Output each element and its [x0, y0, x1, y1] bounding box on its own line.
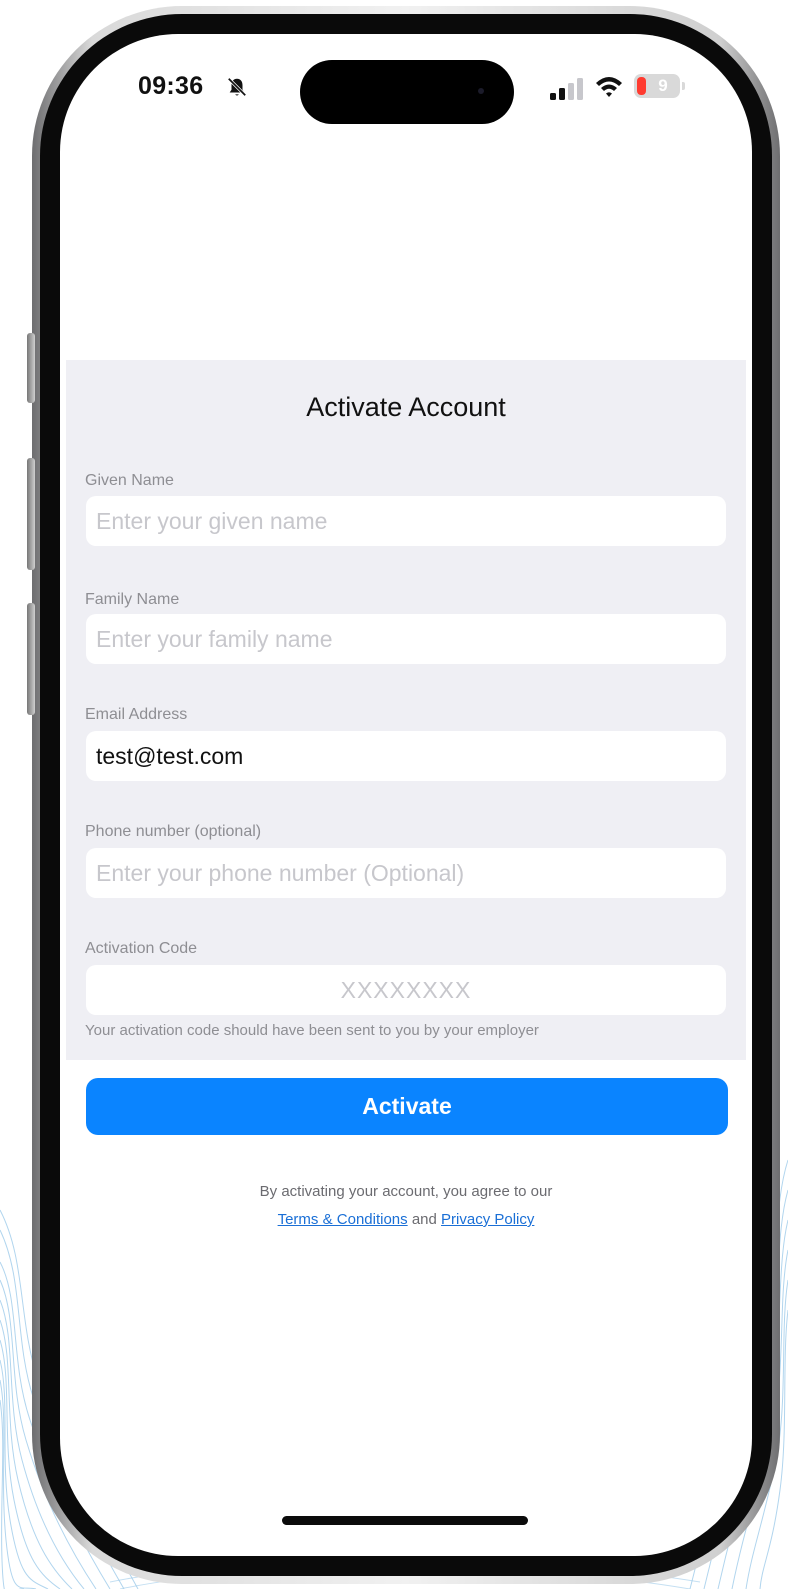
- volume-up-button: [27, 458, 35, 570]
- email-address-label: Email Address: [85, 706, 188, 723]
- activation-code-hint: Your activation code should have been se…: [85, 1022, 539, 1039]
- bell-slash-icon: [227, 77, 247, 97]
- battery-tip: [682, 82, 685, 90]
- battery-level-text: 9: [658, 76, 668, 95]
- family-name-field[interactable]: Enter your family name: [86, 614, 726, 664]
- activation-code-label: Activation Code: [85, 940, 198, 957]
- battery-icon: 9: [634, 74, 680, 98]
- status-time: 09:36: [138, 72, 204, 100]
- action-button: [27, 333, 35, 403]
- phone-screen: 09:36 9 Activate Account Given Name Ente…: [60, 34, 752, 1556]
- battery-level-fill: [637, 77, 646, 95]
- email-field[interactable]: test@test.com: [86, 731, 726, 781]
- phone-number-field[interactable]: Enter your phone number (Optional): [86, 848, 726, 898]
- status-bar: 09:36 9: [60, 34, 752, 144]
- agreement-links: Terms & Conditions and Privacy Policy: [66, 1206, 746, 1234]
- wifi-icon: [596, 77, 622, 97]
- form-title: Activate Account: [306, 392, 506, 422]
- agreement-text: By activating your account, you agree to…: [66, 1178, 746, 1234]
- privacy-policy-link[interactable]: Privacy Policy: [441, 1211, 534, 1228]
- phone-number-placeholder: Enter your phone number (Optional): [96, 859, 465, 886]
- signal-icon: [550, 78, 583, 100]
- activation-code-placeholder: XXXXXXXX: [340, 976, 472, 1003]
- given-name-label: Given Name: [85, 472, 174, 489]
- activation-code-field[interactable]: XXXXXXXX: [86, 965, 726, 1015]
- terms-conditions-link[interactable]: Terms & Conditions: [278, 1211, 408, 1228]
- volume-down-button: [27, 603, 35, 715]
- home-indicator[interactable]: [282, 1516, 528, 1525]
- activate-account-form: Activate Account Given Name Enter your g…: [66, 360, 746, 1228]
- activate-button[interactable]: Activate: [86, 1078, 728, 1135]
- camera-dot: [478, 88, 484, 94]
- agreement-sentence: By activating your account, you agree to…: [259, 1183, 553, 1200]
- email-value: test@test.com: [96, 742, 244, 769]
- agreement-conjunction: and: [411, 1211, 437, 1228]
- given-name-placeholder: Enter your given name: [96, 507, 328, 534]
- dynamic-island: [300, 60, 514, 124]
- given-name-field[interactable]: Enter your given name: [86, 496, 726, 546]
- family-name-label: Family Name: [85, 591, 180, 608]
- phone-number-label: Phone number (optional): [85, 823, 262, 840]
- family-name-placeholder: Enter your family name: [96, 625, 333, 652]
